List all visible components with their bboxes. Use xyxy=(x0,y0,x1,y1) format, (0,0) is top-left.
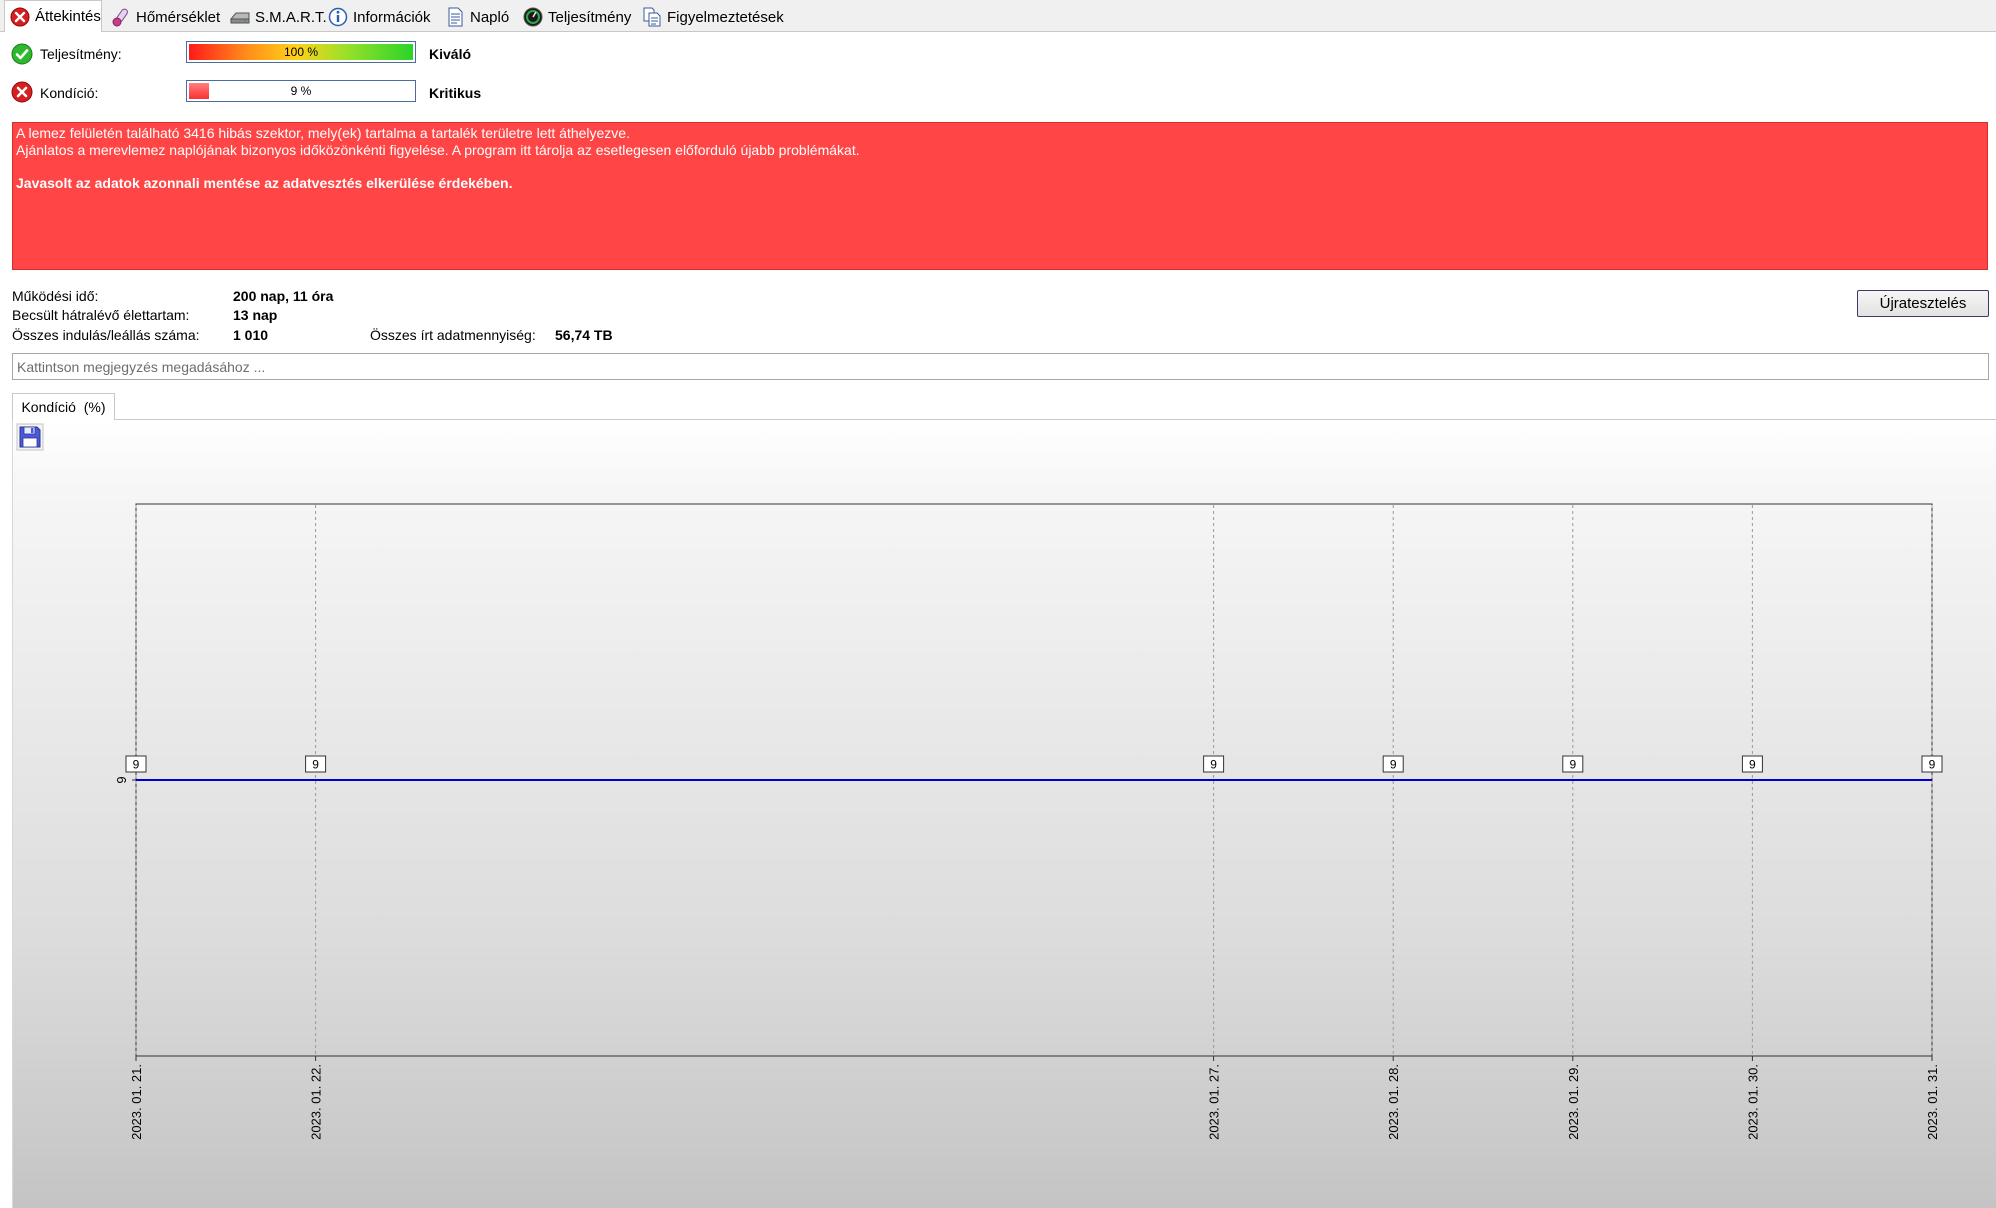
y-ticks: 9 xyxy=(114,776,136,784)
data-labels: 9 9 9 9 9 9 9 xyxy=(125,755,1943,773)
x-tick-label: 2023. 01. 31. xyxy=(1925,1064,1940,1140)
data-label: 9 xyxy=(1562,755,1584,773)
data-label: 9 xyxy=(1203,755,1225,773)
x-tick-label: 2023. 01. 27. xyxy=(1207,1064,1222,1140)
data-label-text: 9 xyxy=(1749,758,1756,772)
error-icon xyxy=(10,7,30,26)
data-label: 9 xyxy=(305,755,327,773)
x-tick-label: 2023. 01. 21. xyxy=(129,1064,144,1140)
data-label-text: 9 xyxy=(1929,758,1936,772)
data-label-text: 9 xyxy=(312,758,319,772)
data-label-text: 9 xyxy=(133,758,140,772)
data-label-text: 9 xyxy=(1569,758,1576,772)
data-label: 9 xyxy=(1382,755,1404,773)
data-label: 9 xyxy=(1741,755,1763,773)
x-tick-label: 2023. 01. 28. xyxy=(1386,1064,1401,1140)
data-label: 9 xyxy=(125,755,147,773)
tab-overview[interactable]: Áttekintés xyxy=(4,0,102,32)
data-label: 9 xyxy=(1921,755,1943,773)
data-label-text: 9 xyxy=(1390,758,1397,772)
data-label-text: 9 xyxy=(1210,758,1217,772)
chart-tab-label: Kondíció (%) xyxy=(21,399,106,415)
condition-line-chart: 9 9999999 2023. 01. 21. 2023. 01. 22. 2023… xyxy=(114,503,1943,1140)
y-tick-label: 9 xyxy=(114,776,129,783)
x-tick-label: 2023. 01. 22. xyxy=(309,1064,324,1140)
tab-condition-chart[interactable]: Kondíció (%) xyxy=(12,393,115,420)
x-tick-label: 2023. 01. 30. xyxy=(1745,1064,1760,1140)
x-tick-label: 2023. 01. 29. xyxy=(1566,1064,1581,1140)
x-ticks: 2023. 01. 21. 2023. 01. 22. 2023. 01. 27. 2… xyxy=(129,1056,1940,1140)
tab-label: Áttekintés xyxy=(35,8,101,25)
